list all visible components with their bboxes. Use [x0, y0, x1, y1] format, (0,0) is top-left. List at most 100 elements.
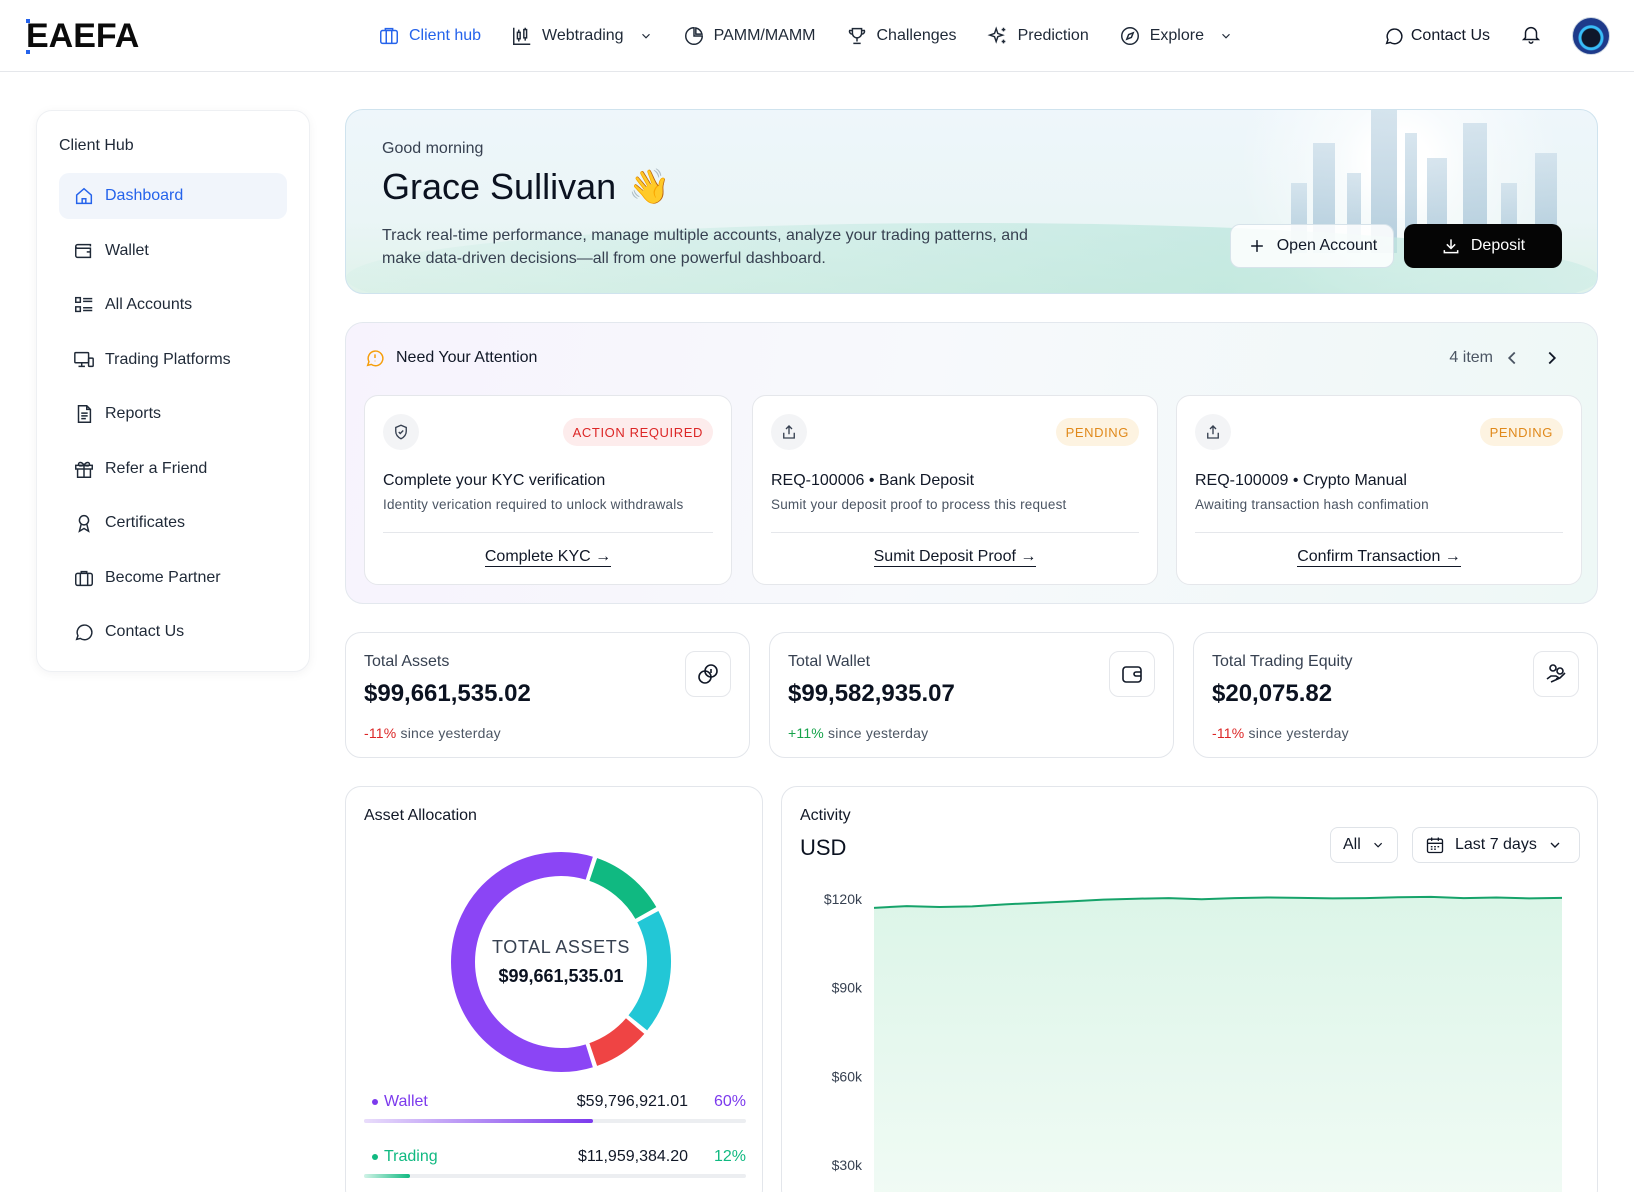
nav-explore[interactable]: Explore	[1119, 25, 1233, 47]
devices-icon	[74, 351, 94, 367]
stat-label: Total Wallet	[788, 653, 871, 670]
stat-card-total-assets: Total Assets $99,661,535.02 -11% since y…	[345, 632, 750, 758]
divider	[771, 532, 1139, 533]
chevron-down-icon	[641, 33, 650, 39]
stat-change: -11% since yesterday	[364, 725, 501, 741]
logo-accent-dot	[26, 19, 30, 23]
confirm-transaction-link[interactable]: Confirm Transaction →	[1177, 548, 1581, 567]
nav-webtrading[interactable]: Webtrading	[511, 25, 653, 47]
stat-card-total-wallet: Total Wallet $99,582,935.07 +11% since y…	[769, 632, 1174, 758]
sidebar-item-dashboard[interactable]: Dashboard	[59, 173, 287, 219]
download-icon	[1443, 239, 1459, 254]
nav-actions: Contact Us	[1383, 0, 1610, 72]
legend-row-wallet: Wallet $59,796,921.01 60%	[364, 1093, 746, 1133]
greeting-text: Good morning	[382, 140, 484, 157]
legend-percent: 60%	[713, 1093, 746, 1110]
nav-prediction[interactable]: Prediction	[987, 25, 1089, 47]
alert-message-icon	[366, 350, 384, 367]
pie-icon	[684, 27, 703, 45]
hand-coins-icon	[1533, 651, 1579, 697]
sidebar: Client Hub Dashboard Wallet All Accounts…	[36, 110, 310, 672]
status-badge: PENDING	[1055, 418, 1139, 446]
currency-label: USD	[800, 835, 847, 860]
compass-icon	[1120, 27, 1139, 45]
stat-change: +11% since yesterday	[788, 725, 929, 741]
candlestick-icon	[513, 27, 531, 45]
briefcase-icon	[75, 570, 93, 586]
bell-icon	[1521, 26, 1541, 44]
stat-value: $99,661,535.02	[364, 680, 531, 707]
chevron-left-icon[interactable]	[1501, 347, 1523, 369]
asset-allocation-card: Asset Allocation TOTAL ASSETS $99,661,53…	[345, 786, 763, 1192]
sidebar-item-refer-a-friend[interactable]: Refer a Friend	[59, 446, 287, 492]
chevron-down-icon	[1222, 33, 1230, 39]
nav-contact-us[interactable]: Contact Us	[1383, 25, 1490, 47]
user-name-heading: Grace Sullivan 👋	[382, 166, 671, 207]
nav-client-hub[interactable]: Client hub	[378, 25, 481, 47]
shield-check-icon	[383, 414, 419, 450]
list-icon	[75, 296, 93, 313]
welcome-banner: Good morning Grace Sullivan 👋 Track real…	[345, 109, 1598, 294]
donut-center-label: TOTAL ASSETS	[492, 937, 630, 957]
sidebar-item-certificates[interactable]: Certificates	[59, 500, 287, 546]
filter-select[interactable]: All	[1330, 827, 1398, 863]
sidebar-item-wallet[interactable]: Wallet	[59, 228, 287, 274]
sidebar-item-contact-us[interactable]: Contact Us	[59, 609, 287, 655]
card-title: Complete your KYC verification	[383, 472, 606, 489]
legend-name: Wallet	[372, 1093, 428, 1111]
sidebar-item-become-partner[interactable]: Become Partner	[59, 555, 287, 601]
nav-challenges[interactable]: Challenges	[846, 25, 957, 47]
stat-value: $20,075.82	[1212, 680, 1333, 707]
submit-deposit-proof-link[interactable]: Sumit Deposit Proof →	[753, 548, 1157, 567]
y-tick-label: $30k	[832, 1157, 863, 1173]
sidebar-item-all-accounts[interactable]: All Accounts	[59, 282, 287, 328]
sidebar-menu: Dashboard Wallet All Accounts Trading Pl…	[59, 173, 287, 664]
document-icon	[77, 405, 92, 423]
y-tick-label: $120k	[824, 891, 863, 907]
card-subtitle: Identity verication required to unlock w…	[383, 497, 684, 512]
legend-dot	[372, 1154, 378, 1160]
plus-icon	[1250, 240, 1263, 252]
activity-card: $30k $60k $90k $120k Activity USD All Last …	[781, 786, 1598, 1192]
complete-kyc-link[interactable]: Complete KYC →	[365, 548, 731, 567]
top-navbar: EAEFA Client hub Webtrading PAMM/MAMM Ch…	[0, 0, 1634, 72]
legend-progress-track	[364, 1119, 746, 1123]
chevron-down-icon	[1373, 842, 1382, 848]
y-tick-label: $90k	[832, 980, 863, 996]
attention-card-bank-deposit: PENDING REQ-100006 • Bank Deposit Sumit …	[752, 395, 1158, 585]
status-badge: ACTION REQUIRED	[562, 418, 713, 446]
coins-icon	[685, 651, 731, 697]
sparkle-icon	[987, 26, 1005, 44]
chevron-right-icon[interactable]	[1541, 347, 1563, 369]
card-subtitle: Sumit your deposit proof to process this…	[771, 497, 1067, 512]
stat-card-total-trading-equity: Total Trading Equity $20,075.82 -11% sin…	[1193, 632, 1598, 758]
notifications-button[interactable]	[1520, 23, 1542, 50]
card-title: REQ-100006 • Bank Deposit	[771, 472, 975, 489]
stat-label: Total Assets	[364, 653, 450, 670]
brand-logo[interactable]: EAEFA	[26, 17, 139, 56]
sidebar-item-trading-platforms[interactable]: Trading Platforms	[59, 337, 287, 383]
upload-icon	[1195, 414, 1231, 450]
chat-icon	[1385, 28, 1403, 45]
attention-header: Need Your Attention	[364, 347, 537, 369]
deposit-button[interactable]: Deposit	[1404, 224, 1562, 268]
legend-progress-fill	[364, 1174, 410, 1178]
legend-percent: 12%	[713, 1148, 746, 1165]
user-avatar[interactable]	[1572, 17, 1610, 55]
stat-label: Total Trading Equity	[1212, 653, 1353, 670]
sidebar-item-reports[interactable]: Reports	[59, 391, 287, 437]
donut-center-value: $99,661,535.01	[498, 966, 624, 986]
stat-value: $99,582,935.07	[788, 680, 955, 707]
building-icon	[380, 27, 398, 45]
donut-center: TOTAL ASSETS $99,661,535.01	[441, 842, 681, 1082]
trophy-icon	[848, 27, 865, 45]
open-account-button[interactable]: Open Account	[1230, 224, 1394, 268]
upload-icon	[771, 414, 807, 450]
wallet-icon	[75, 243, 92, 258]
status-badge: PENDING	[1479, 418, 1563, 446]
attention-card-kyc: ACTION REQUIRED Complete your KYC verifi…	[364, 395, 732, 585]
date-range-select[interactable]: Last 7 days	[1412, 827, 1580, 863]
area-fill	[874, 896, 1562, 1192]
nav-pamm-mamm[interactable]: PAMM/MAMM	[683, 25, 816, 47]
main-nav: Client hub Webtrading PAMM/MAMM Challeng…	[378, 0, 1263, 72]
